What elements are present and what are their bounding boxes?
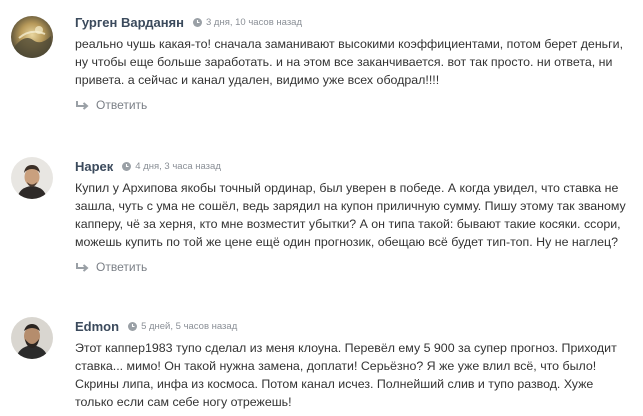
avatar[interactable] xyxy=(11,317,53,359)
clock-icon xyxy=(193,17,202,27)
comment-text: реально чушь какая-то! сначала заманиваю… xyxy=(75,37,624,87)
comment-date: 5 дней, 5 часов назад xyxy=(141,320,238,332)
comment-author[interactable]: Edmon xyxy=(75,319,119,334)
comment-date: 4 дня, 3 часа назад xyxy=(135,160,221,172)
avatar[interactable] xyxy=(11,157,53,199)
reply-arrow-icon xyxy=(75,262,89,273)
reply-button[interactable]: Ответить xyxy=(75,98,147,112)
reply-label: Ответить xyxy=(96,260,148,274)
comment-meta: Edmon 5 дней, 5 часов назад xyxy=(75,317,237,335)
comment-date: 3 дня, 10 часов назад xyxy=(206,16,303,28)
comment-text: Купил у Архипова якобы точный ординар, б… xyxy=(75,181,626,249)
reply-label: Ответить xyxy=(96,98,148,112)
comment-author[interactable]: Нарек xyxy=(75,159,113,174)
avatar[interactable] xyxy=(11,16,53,58)
comment-text: Этот каппер1983 тупо сделал из меня клоу… xyxy=(75,341,617,409)
comment-author[interactable]: Гурген Варданян xyxy=(75,15,184,30)
comment-meta: Гурген Варданян 3 дня, 10 часов назад xyxy=(75,13,302,31)
reply-button[interactable]: Ответить xyxy=(75,260,147,274)
comment-meta: Нарек 4 дня, 3 часа назад xyxy=(75,157,221,175)
clock-icon xyxy=(128,321,138,331)
clock-icon xyxy=(122,161,132,171)
reply-arrow-icon xyxy=(75,100,89,111)
